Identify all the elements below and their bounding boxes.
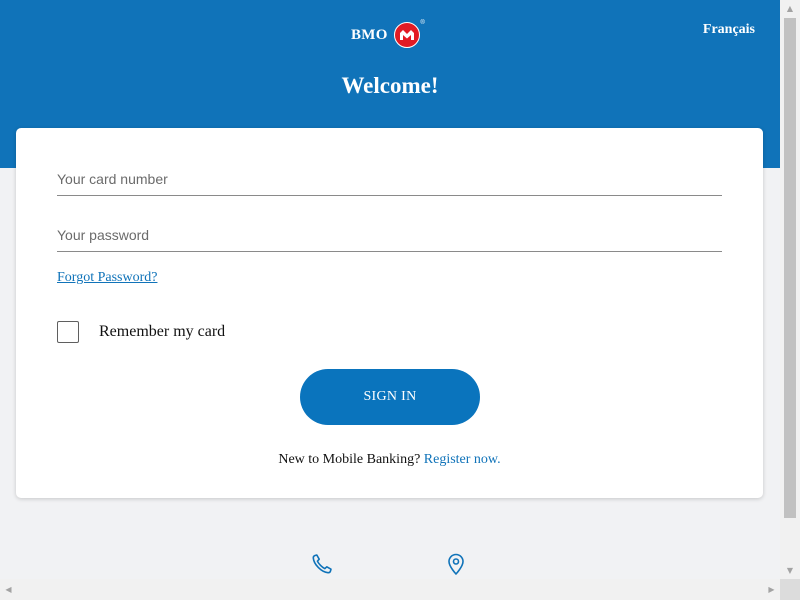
register-prompt-text: New to Mobile Banking? — [278, 452, 421, 467]
brand-text: BMO — [351, 26, 388, 43]
scroll-left-arrow-icon[interactable]: ◀ — [0, 579, 17, 600]
scroll-down-arrow-icon[interactable]: ▼ — [780, 562, 800, 579]
register-prompt-line: New to Mobile Banking? Register now. — [16, 452, 763, 468]
remember-card-checkbox[interactable] — [57, 321, 79, 343]
forgot-password-link[interactable]: Forgot Password? — [57, 270, 157, 286]
bmo-logo[interactable]: BMO ® — [351, 19, 425, 51]
vertical-scroll-thumb[interactable] — [784, 18, 796, 518]
registered-mark: ® — [420, 20, 425, 26]
register-now-link[interactable]: Register now. — [424, 452, 501, 467]
remember-card-option[interactable]: Remember my card — [57, 321, 225, 343]
login-card: Forgot Password? Remember my card SIGN I… — [16, 128, 763, 498]
vertical-scrollbar[interactable]: ▲ ▼ — [780, 0, 800, 579]
scrollbar-corner — [780, 579, 800, 600]
location-pin-icon[interactable] — [444, 552, 468, 576]
card-number-input[interactable] — [57, 163, 722, 195]
bmo-mbar-icon — [399, 30, 414, 40]
bmo-roundel-icon: ® — [393, 20, 425, 48]
language-toggle-link[interactable]: Français — [703, 22, 755, 38]
scroll-up-arrow-icon[interactable]: ▲ — [780, 0, 800, 17]
password-input[interactable] — [57, 219, 722, 251]
password-field — [57, 219, 722, 252]
scroll-right-arrow-icon[interactable]: ▶ — [763, 579, 780, 600]
phone-icon[interactable] — [310, 552, 334, 576]
remember-card-label: Remember my card — [99, 323, 226, 340]
page-viewport: BMO ® Français Welcome! Forgot Password?… — [0, 0, 780, 579]
card-number-field — [57, 163, 722, 196]
welcome-title: Welcome! — [341, 73, 439, 98]
horizontal-scrollbar[interactable]: ◀ ▶ — [0, 579, 780, 600]
sign-in-button[interactable]: SIGN IN — [300, 369, 480, 425]
